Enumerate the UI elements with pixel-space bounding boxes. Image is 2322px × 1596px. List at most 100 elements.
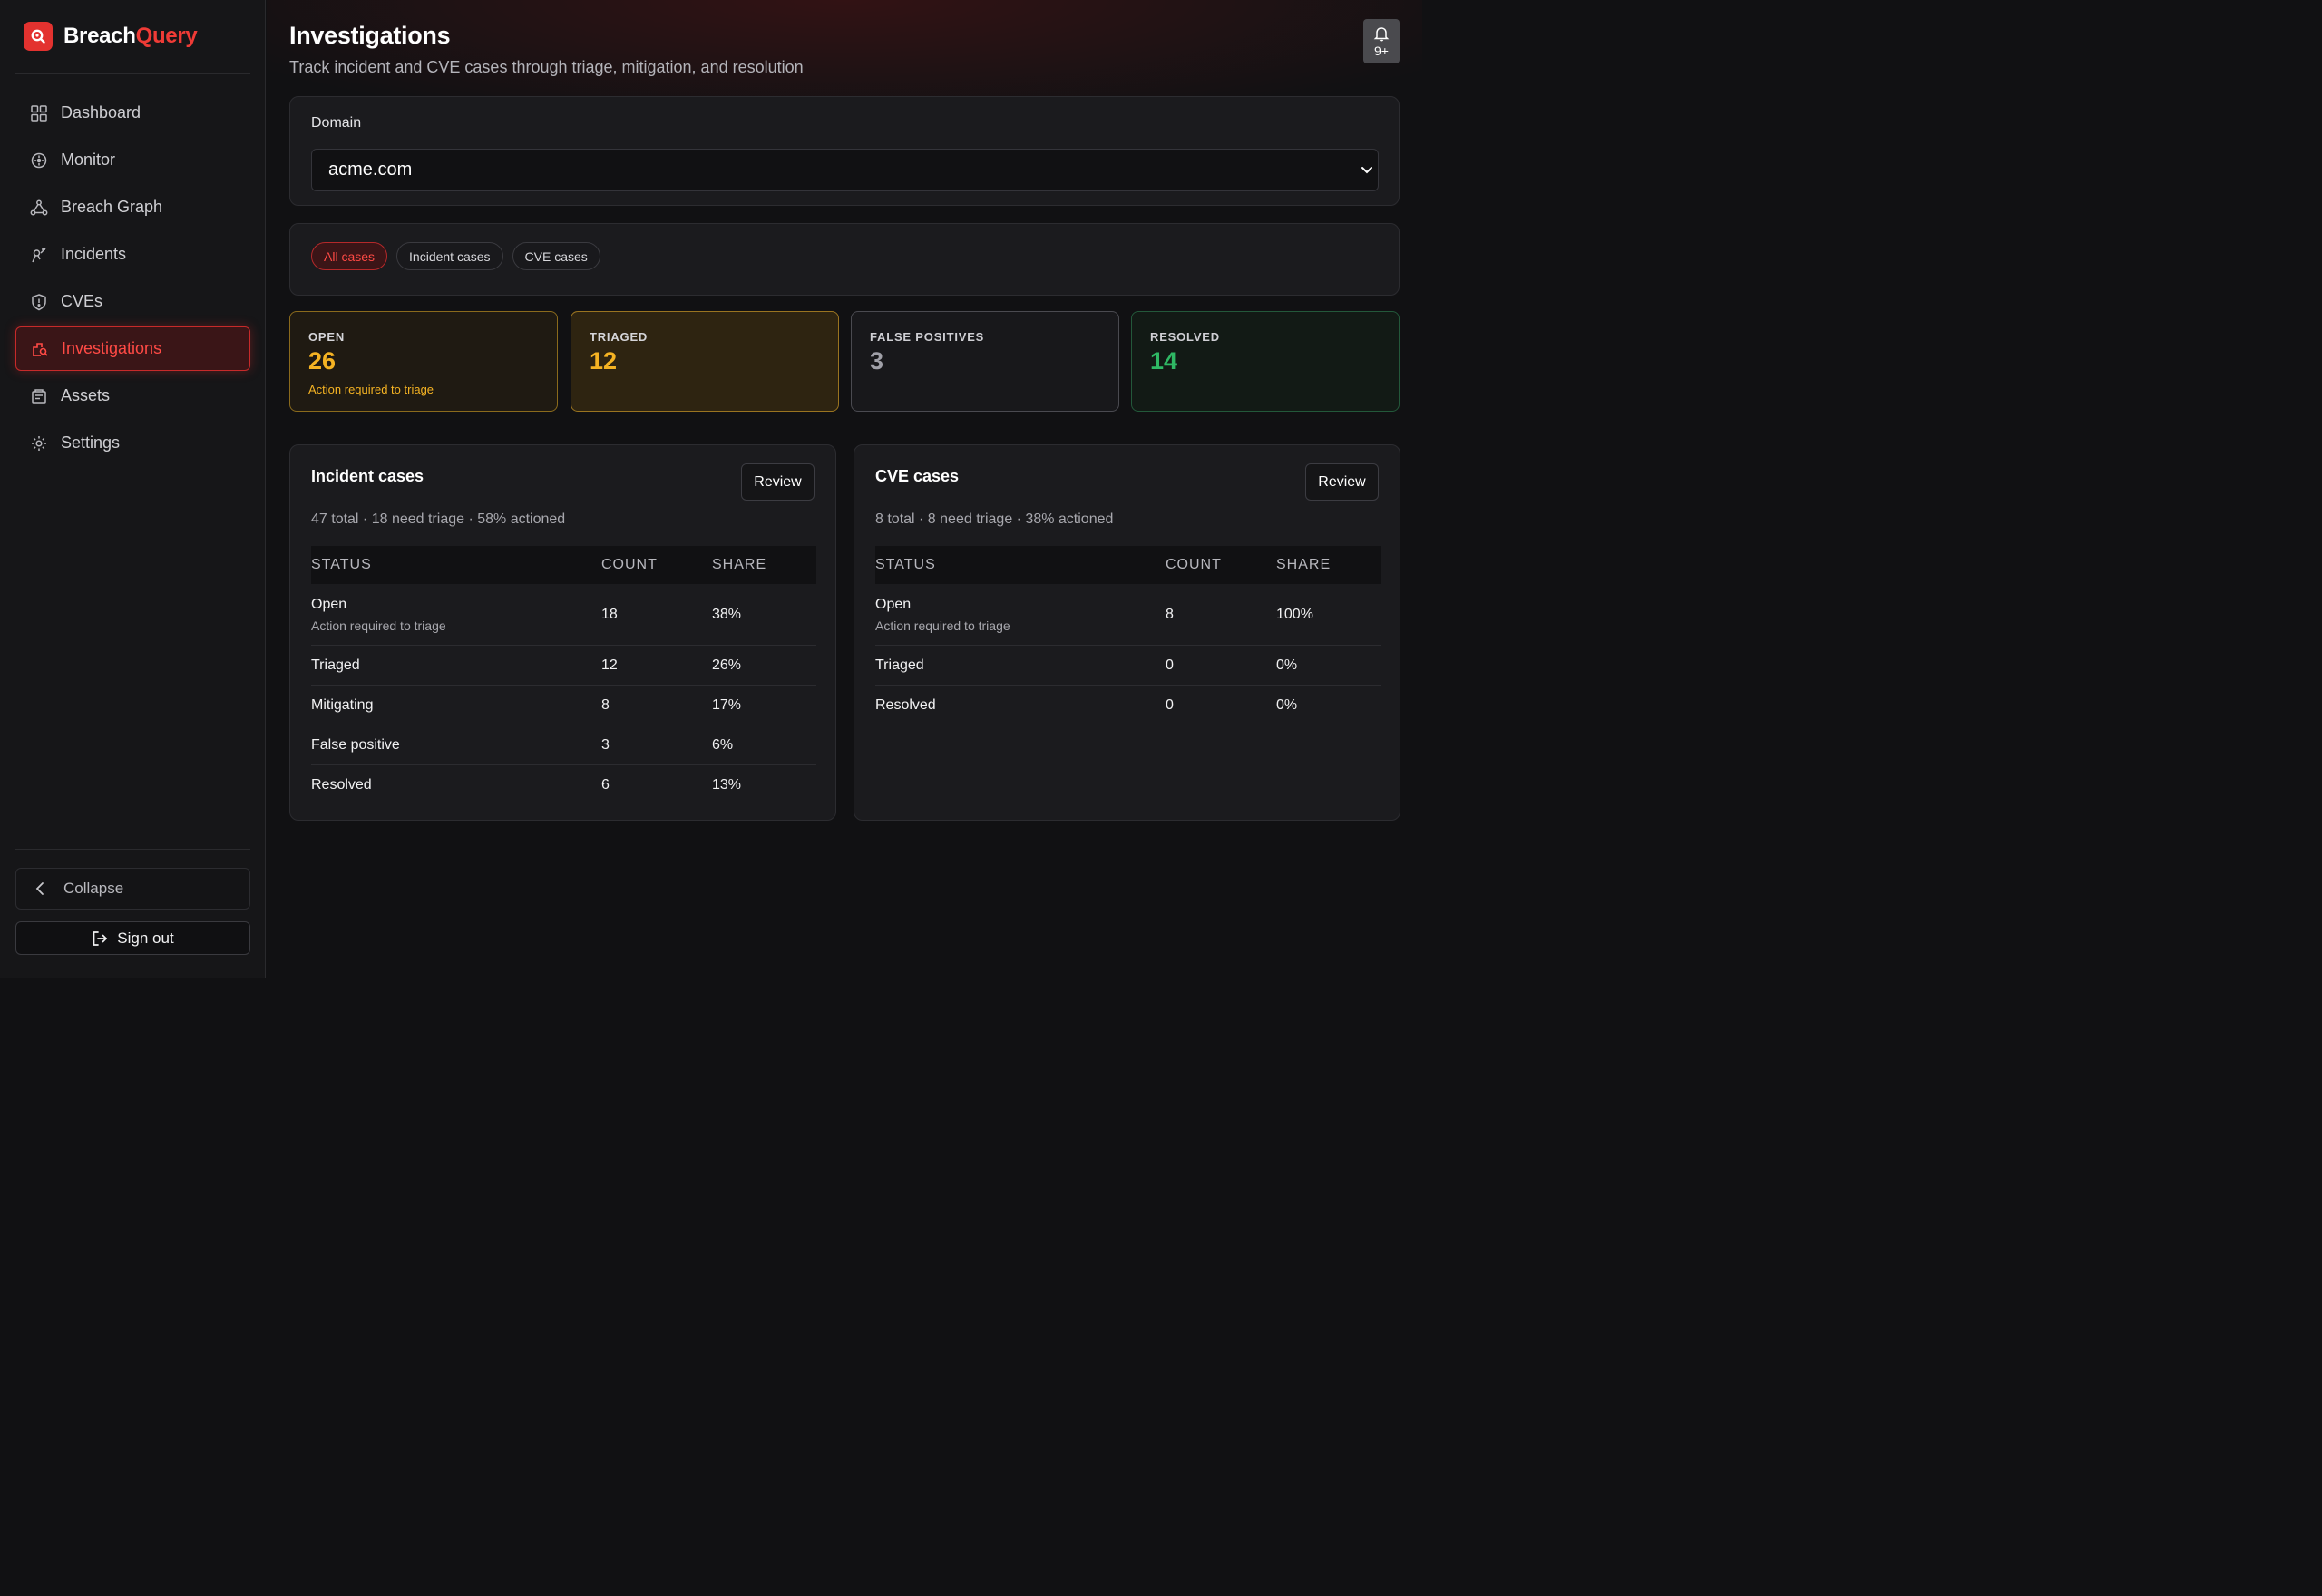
stat-value: 12	[590, 347, 618, 375]
sidebar-item-investigations[interactable]: Investigations	[15, 326, 250, 371]
main-content: Investigations Track incident and CVE ca…	[267, 0, 1422, 978]
row-status: Triaged	[875, 657, 924, 673]
row-count: 3	[601, 736, 610, 753]
table-row[interactable]: Triaged 0 0%	[875, 646, 1381, 686]
sidebar-item-cves[interactable]: CVEs	[15, 279, 250, 324]
brand-name: BreachQuery	[63, 24, 198, 49]
sign-out-button[interactable]: Sign out	[15, 921, 250, 955]
bell-icon	[1373, 26, 1390, 41]
table-row[interactable]: Triaged 12 26%	[311, 646, 816, 686]
column-header-count: COUNT	[1166, 557, 1222, 572]
panel-summary: 47 total · 18 need triage · 58% actioned	[311, 511, 566, 527]
sidebar-divider	[15, 73, 250, 74]
column-header-share: SHARE	[1276, 557, 1332, 572]
stat-card-open[interactable]: OPEN 26 Action required to triage	[289, 311, 558, 412]
sidebar-item-dashboard[interactable]: Dashboard	[15, 91, 250, 135]
domain-select[interactable]: acme.com	[311, 149, 1379, 191]
column-header-status: STATUS	[311, 557, 372, 572]
brand-name-accent: Query	[135, 24, 198, 48]
incident-icon	[32, 247, 46, 262]
sidebar-item-monitor[interactable]: Monitor	[15, 138, 250, 182]
sidebar-item-label: Incidents	[61, 245, 127, 263]
table-header: STATUS COUNT SHARE	[875, 546, 1381, 584]
table-row[interactable]: Open Action required to triage 18 38%	[311, 584, 816, 646]
table-row[interactable]: Open Action required to triage 8 100%	[875, 584, 1381, 646]
row-status-cell: Open Action required to triage	[875, 597, 1166, 633]
row-status: Mitigating	[311, 696, 374, 713]
panel-title: Incident cases	[311, 467, 424, 485]
row-status: Resolved	[875, 697, 936, 713]
incident-cases-panel: Incident cases Review 47 total · 18 need…	[289, 444, 836, 821]
sidebar-item-label: Breach Graph	[61, 198, 163, 216]
header-glow	[267, 0, 1422, 109]
stat-value: 26	[308, 347, 337, 375]
domain-label: Domain	[311, 115, 362, 131]
stat-card-triaged[interactable]: TRIAGED 12	[571, 311, 839, 412]
sidebar-item-settings[interactable]: Settings	[15, 421, 250, 465]
stat-value: 3	[870, 347, 884, 375]
sidebar-item-label: Assets	[61, 386, 111, 404]
crosshair-icon	[31, 152, 47, 168]
sidebar-item-label: Monitor	[61, 151, 116, 169]
filter-chip-cve-cases[interactable]: CVE cases	[512, 242, 600, 270]
case-filter-chips: All cases Incident cases CVE cases	[311, 242, 600, 270]
stat-label: FALSE POSITIVES	[870, 330, 985, 344]
sidebar-item-label: Dashboard	[61, 103, 141, 122]
brand-name-main: Breach	[63, 24, 136, 48]
cve-cases-panel: CVE cases Review 8 total · 8 need triage…	[854, 444, 1400, 821]
row-status: Resolved	[311, 777, 372, 793]
shield-icon	[32, 293, 46, 310]
table-row[interactable]: Resolved 0 0%	[875, 686, 1381, 725]
row-count: 8	[601, 696, 610, 713]
sidebar-item-incidents[interactable]: Incidents	[15, 232, 250, 277]
row-status: Open	[311, 596, 347, 612]
row-count: 0	[1166, 657, 1174, 673]
row-share: 17%	[712, 696, 742, 713]
domain-selected-value: acme.com	[328, 160, 413, 180]
row-count: 0	[1166, 697, 1174, 713]
filter-chip-incident-cases[interactable]: Incident cases	[396, 242, 503, 270]
chevron-left-icon	[35, 882, 44, 895]
brand[interactable]: BreachQuery	[24, 22, 198, 51]
cve-status-table: STATUS COUNT SHARE Open Action required …	[875, 546, 1381, 725]
page-title: Investigations	[289, 22, 451, 49]
stat-label: TRIAGED	[590, 330, 649, 344]
sidebar-item-assets[interactable]: Assets	[15, 374, 250, 418]
gear-icon	[32, 435, 46, 451]
table-row[interactable]: False positive 3 6%	[311, 725, 816, 765]
row-share: 6%	[712, 736, 734, 753]
notifications-button[interactable]: 9+	[1363, 19, 1400, 63]
column-header-count: COUNT	[601, 557, 658, 572]
sidebar-item-label: Settings	[61, 433, 121, 452]
stat-label: RESOLVED	[1150, 330, 1220, 344]
collapse-button[interactable]: Collapse	[15, 868, 250, 910]
panel-title: CVE cases	[875, 467, 960, 485]
row-share: 100%	[1276, 606, 1313, 622]
row-share: 26%	[712, 657, 742, 673]
column-header-status: STATUS	[875, 557, 936, 572]
sidebar-item-breach-graph[interactable]: Breach Graph	[15, 185, 250, 229]
row-count: 18	[601, 606, 618, 622]
row-status: False positive	[311, 736, 400, 753]
stat-card-false-positives[interactable]: FALSE POSITIVES 3	[851, 311, 1119, 412]
filter-chip-all-cases[interactable]: All cases	[311, 242, 388, 270]
sidebar-nav: Dashboard Monitor Breach Graph Incidents	[15, 91, 250, 468]
review-incidents-button[interactable]: Review	[741, 463, 815, 501]
sidebar-item-label: CVEs	[61, 292, 103, 310]
sign-out-label: Sign out	[117, 929, 174, 947]
stat-card-resolved[interactable]: RESOLVED 14	[1131, 311, 1400, 412]
sign-out-icon	[93, 930, 108, 946]
row-count: 8	[1166, 606, 1174, 622]
page-subtitle: Track incident and CVE cases through tri…	[289, 58, 804, 76]
table-row[interactable]: Resolved 6 13%	[311, 765, 816, 805]
row-count: 12	[601, 657, 618, 673]
review-cves-button[interactable]: Review	[1305, 463, 1379, 501]
row-share: 0%	[1276, 697, 1298, 713]
stat-label: OPEN	[308, 330, 346, 344]
notification-count: 9+	[1374, 43, 1389, 58]
row-status-note: Action required to triage	[875, 618, 1010, 633]
case-filter-card: All cases Incident cases CVE cases	[289, 223, 1400, 296]
assets-icon	[32, 388, 46, 404]
row-status: Triaged	[311, 657, 360, 673]
table-row[interactable]: Mitigating 8 17%	[311, 686, 816, 725]
